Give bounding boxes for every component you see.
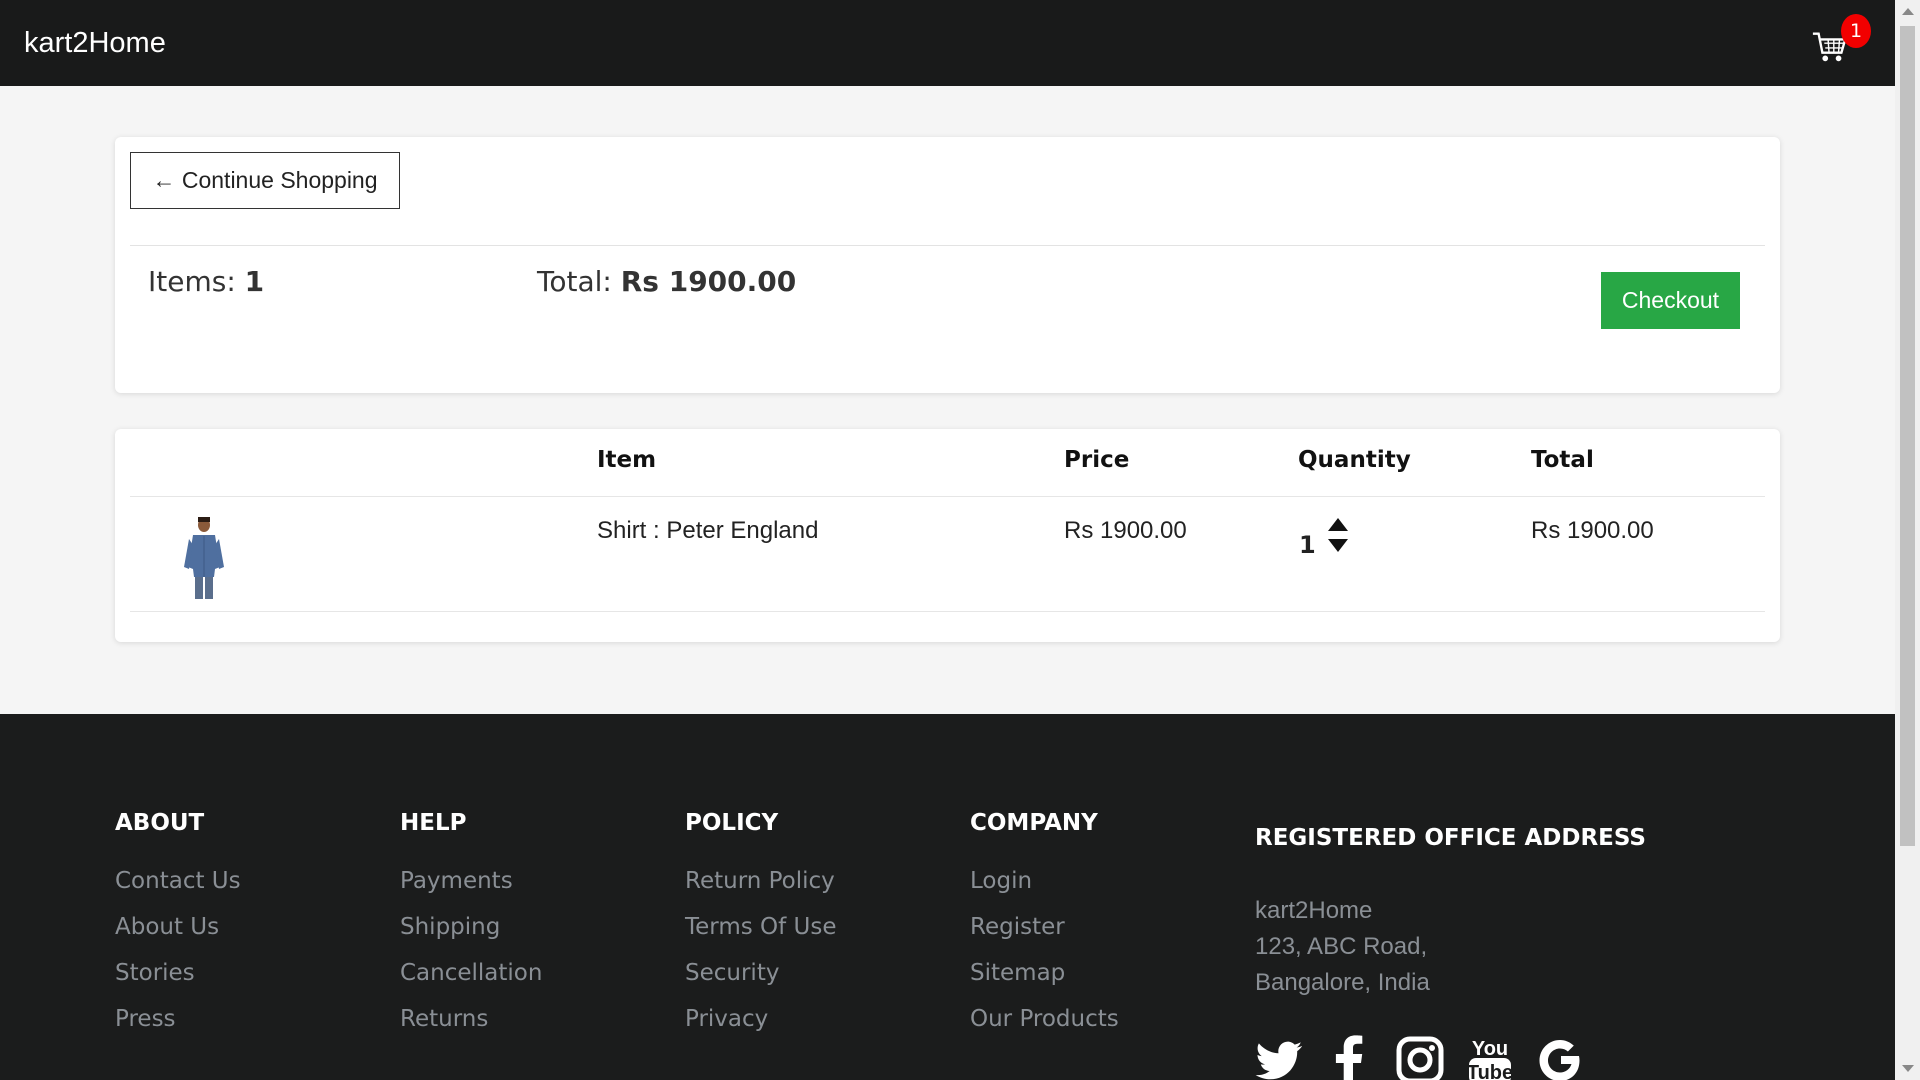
quantity-value: 1 — [1299, 531, 1316, 559]
footer-link-about-us[interactable]: About Us — [115, 914, 241, 940]
column-header-total: Total — [1531, 447, 1594, 473]
address-heading: REGISTERED OFFICE ADDRESS — [1255, 825, 1646, 851]
cart-button[interactable]: 1 — [1811, 14, 1871, 66]
footer: ABOUT Contact Us About Us Stories Press … — [0, 714, 1895, 1080]
footer-heading: POLICY — [685, 810, 779, 836]
cart-total: Total: Rs 1900.00 — [537, 265, 796, 298]
cart-items-table: Item Price Quantity Total Shirt : Peter … — [115, 429, 1780, 642]
footer-heading: HELP — [400, 810, 467, 836]
top-navbar: kart2Home 1 — [0, 0, 1895, 86]
footer-link-cancellation[interactable]: Cancellation — [400, 960, 542, 986]
svg-text:Tube: Tube — [1467, 1062, 1513, 1080]
footer-link-privacy[interactable]: Privacy — [685, 1006, 837, 1032]
footer-link-register[interactable]: Register — [970, 914, 1119, 940]
svg-text:You: You — [1472, 1038, 1508, 1060]
items-count-value: 1 — [244, 265, 265, 298]
address-line: 123, ABC Road, — [1255, 933, 1428, 960]
footer-link-returns[interactable]: Returns — [400, 1006, 542, 1032]
social-links: You Tube — [1255, 1034, 1585, 1080]
scroll-up-icon[interactable] — [1902, 8, 1914, 15]
footer-link-payments[interactable]: Payments — [400, 868, 542, 894]
footer-link-security[interactable]: Security — [685, 960, 837, 986]
item-total: Rs 1900.00 — [1531, 517, 1654, 544]
items-count: Items: 1 — [148, 265, 264, 298]
footer-about-column: ABOUT Contact Us About Us Stories Press — [115, 810, 241, 1052]
row-divider — [130, 611, 1765, 612]
cart-count-badge: 1 — [1841, 14, 1871, 48]
item-name: Shirt : Peter England — [597, 517, 819, 544]
registered-address: REGISTERED OFFICE ADDRESS kart2Home 123,… — [1255, 825, 1815, 1001]
quantity-decrease-icon[interactable] — [1328, 539, 1348, 552]
header-divider — [130, 496, 1765, 497]
items-label: Items: — [148, 265, 236, 298]
footer-link-sitemap[interactable]: Sitemap — [970, 960, 1119, 986]
column-header-quantity: Quantity — [1298, 447, 1411, 473]
scroll-thumb[interactable] — [1900, 26, 1915, 846]
footer-link-contact-us[interactable]: Contact Us — [115, 868, 241, 894]
checkout-button[interactable]: Checkout — [1601, 272, 1740, 329]
vertical-scrollbar[interactable] — [1895, 0, 1920, 1080]
footer-link-shipping[interactable]: Shipping — [400, 914, 542, 940]
footer-heading: COMPANY — [970, 810, 1098, 836]
item-price: Rs 1900.00 — [1064, 517, 1187, 544]
footer-link-return-policy[interactable]: Return Policy — [685, 868, 837, 894]
column-header-item: Item — [597, 447, 657, 473]
brand-logo[interactable]: kart2Home — [24, 27, 166, 60]
divider — [130, 245, 1765, 246]
footer-link-our-products[interactable]: Our Products — [970, 1006, 1119, 1032]
instagram-icon[interactable] — [1395, 1034, 1445, 1080]
column-header-price: Price — [1064, 447, 1130, 473]
footer-link-terms-of-use[interactable]: Terms Of Use — [685, 914, 837, 940]
continue-shopping-button[interactable]: ← Continue Shopping — [130, 152, 400, 209]
page: kart2Home 1 ← Continue Shopping Items: 1… — [0, 0, 1895, 1080]
footer-link-stories[interactable]: Stories — [115, 960, 241, 986]
quantity-increase-icon[interactable] — [1328, 518, 1348, 531]
footer-link-press[interactable]: Press — [115, 1006, 241, 1032]
address-line: kart2Home — [1255, 897, 1373, 924]
quantity-stepper[interactable] — [1328, 518, 1350, 556]
facebook-icon[interactable] — [1325, 1034, 1375, 1080]
address-line: Bangalore, India — [1255, 969, 1430, 996]
footer-heading: ABOUT — [115, 810, 205, 836]
total-value: Rs 1900.00 — [620, 265, 797, 298]
twitter-icon[interactable] — [1255, 1034, 1305, 1080]
footer-policy-column: POLICY Return Policy Terms Of Use Securi… — [685, 810, 837, 1052]
cart-summary-card: ← Continue Shopping Items: 1 Total: Rs 1… — [115, 137, 1780, 393]
shirt-product-image — [184, 517, 224, 599]
scroll-down-icon[interactable] — [1902, 1065, 1914, 1072]
footer-link-login[interactable]: Login — [970, 868, 1119, 894]
footer-help-column: HELP Payments Shipping Cancellation Retu… — [400, 810, 542, 1052]
youtube-icon[interactable]: You Tube — [1465, 1034, 1515, 1080]
footer-company-column: COMPANY Login Register Sitemap Our Produ… — [970, 810, 1119, 1052]
google-icon[interactable] — [1535, 1034, 1585, 1080]
total-label: Total: — [537, 265, 612, 298]
